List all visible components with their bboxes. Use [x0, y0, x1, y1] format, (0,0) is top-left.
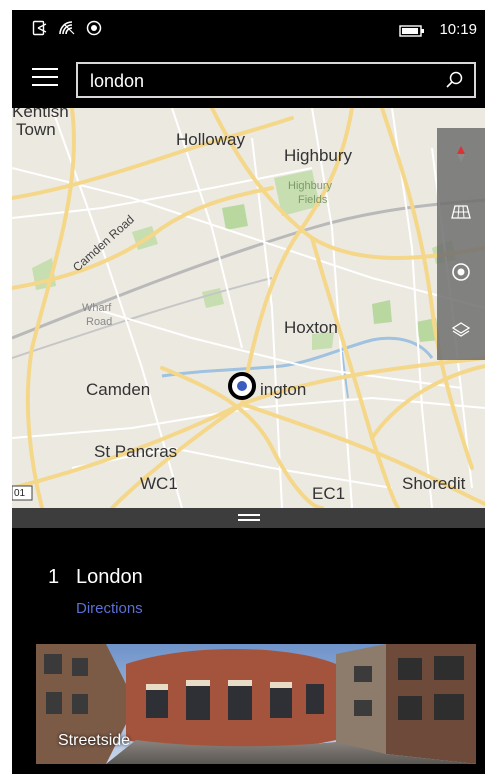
- drag-grip-icon: [238, 514, 260, 524]
- phone-screen: 10:19 london Kentish Town Holloway Highb…: [12, 10, 485, 774]
- results-drag-handle[interactable]: [12, 508, 485, 528]
- location-status-icon: [86, 20, 102, 36]
- map-controls: [437, 128, 485, 360]
- map-view[interactable]: Kentish Town Holloway Highbury Highbury …: [12, 108, 485, 508]
- status-time: 10:19: [439, 21, 477, 38]
- streetside-thumbnail[interactable]: Streetside: [36, 644, 476, 764]
- map-label-st-pancras: St Pancras: [94, 442, 178, 461]
- my-location-button[interactable]: [437, 246, 485, 298]
- search-input[interactable]: [88, 68, 412, 94]
- map-label-shoreditch: Shoredit: [402, 474, 466, 493]
- map-label-highbury: Highbury: [284, 146, 353, 165]
- map-label-wc1: WC1: [140, 474, 178, 493]
- map-label-wharf-1: Wharf: [82, 302, 112, 314]
- search-box[interactable]: [76, 62, 476, 98]
- hamburger-menu-icon[interactable]: [32, 68, 58, 90]
- map-label-wharf-2: Road: [86, 316, 113, 328]
- map-label-highbury-fields-2: Fields: [298, 194, 328, 206]
- streetside-label: Streetside: [58, 732, 131, 749]
- search-icon[interactable]: [444, 70, 464, 90]
- layers-icon: [451, 322, 471, 337]
- current-location-marker[interactable]: [228, 372, 256, 400]
- map-label-camden: Camden: [86, 380, 151, 399]
- map-label-islington: ington: [260, 380, 307, 399]
- compass-button[interactable]: [437, 128, 485, 180]
- map-label-ec1: EC1: [312, 484, 346, 503]
- route-shield-label: 01: [14, 488, 26, 499]
- status-bar: 10:19: [12, 10, 485, 50]
- 3d-buildings-button[interactable]: [437, 186, 485, 238]
- map-label-town: Town: [16, 120, 56, 139]
- layers-button[interactable]: [437, 304, 485, 356]
- map-label-hoxton: Hoxton: [284, 318, 338, 337]
- wifi-signal-icon: [59, 21, 75, 35]
- compass-icon: [457, 146, 465, 162]
- nfc-icon: [32, 20, 47, 36]
- battery-icon: [399, 25, 424, 37]
- map-label-highbury-fields-1: Highbury: [288, 180, 333, 192]
- my-location-icon: [452, 263, 470, 281]
- map-label-holloway: Holloway: [176, 130, 245, 149]
- directions-link[interactable]: Directions: [76, 600, 143, 617]
- result-title[interactable]: London: [76, 566, 143, 589]
- 3d-buildings-icon: [451, 205, 471, 219]
- status-icons: [32, 20, 102, 36]
- results-panel: 1 London Directions Streetside: [12, 528, 485, 774]
- result-index: 1: [48, 566, 60, 588]
- search-bar: [12, 50, 485, 108]
